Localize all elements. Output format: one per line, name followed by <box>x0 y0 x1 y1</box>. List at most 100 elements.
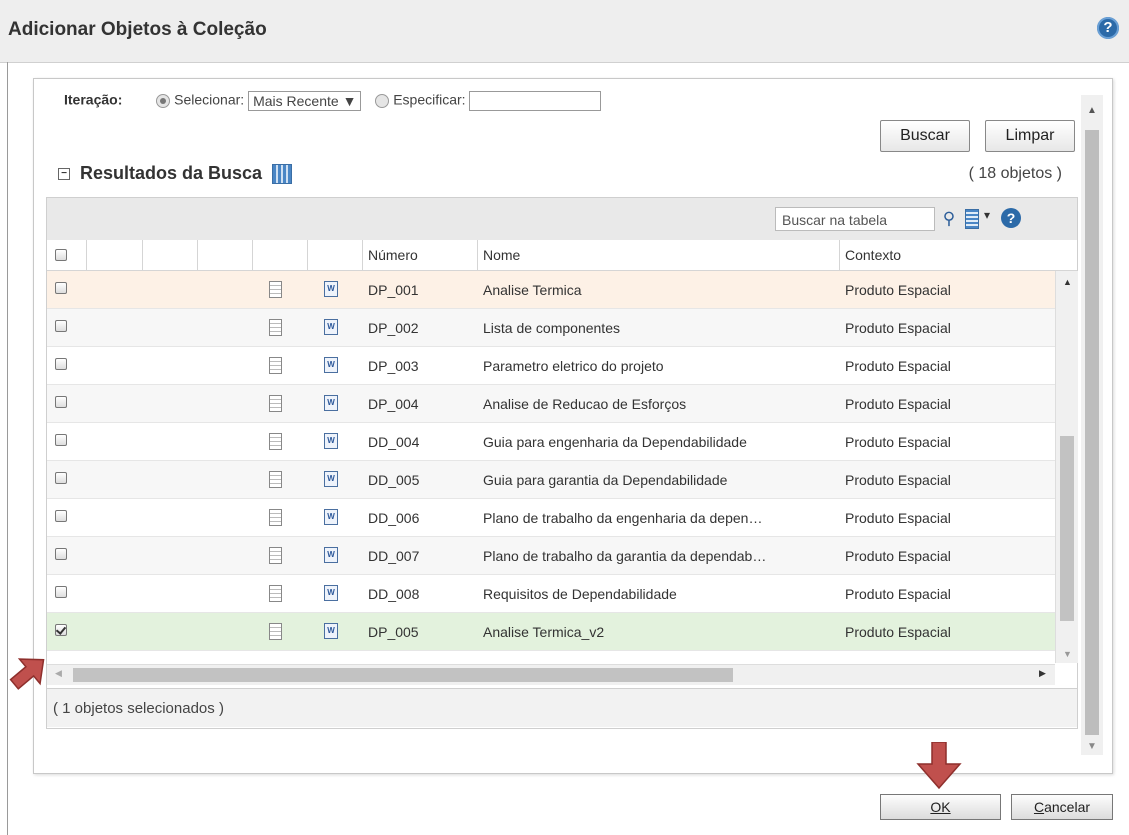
table-horizontal-scrollbar[interactable]: ◀ ▶ <box>47 664 1055 685</box>
document-info-icon[interactable] <box>269 357 282 374</box>
row-number[interactable]: DP_002 <box>368 309 478 347</box>
word-document-icon[interactable]: W <box>324 433 338 449</box>
row-number[interactable]: DP_001 <box>368 271 478 309</box>
row-name[interactable]: Requisitos de Dependabilidade <box>483 575 837 613</box>
table-row[interactable]: W DP_005 Analise Termica_v2 Produto Espacia… <box>47 613 1077 651</box>
panel-vertical-scrollbar[interactable]: ▲ ▼ <box>1081 95 1103 755</box>
row-context[interactable]: Produto Espacial <box>845 271 1050 309</box>
table-help-icon[interactable]: ? <box>1001 208 1021 228</box>
select-all-checkbox[interactable] <box>55 249 67 261</box>
table-view-icon[interactable] <box>272 164 293 185</box>
header-number[interactable]: Número <box>363 240 478 270</box>
table-search-input[interactable]: Buscar na tabela <box>775 207 935 231</box>
row-checkbox[interactable] <box>55 510 67 522</box>
word-document-icon[interactable]: W <box>324 471 338 487</box>
scroll-thumb[interactable] <box>1060 436 1074 621</box>
row-number[interactable]: DP_004 <box>368 385 478 423</box>
row-number[interactable]: DP_005 <box>368 613 478 651</box>
search-icon[interactable]: ⚲ <box>937 207 961 231</box>
iteration-select[interactable]: Mais Recente ▼ <box>248 91 362 111</box>
row-checkbox[interactable] <box>55 320 67 332</box>
document-info-icon[interactable] <box>269 281 282 298</box>
row-number[interactable]: DD_005 <box>368 461 478 499</box>
table-row[interactable]: W DD_006 Plano de trabalho da engenharia d… <box>47 499 1077 537</box>
table-row[interactable]: W DD_005 Guia para garantia da Dependabili… <box>47 461 1077 499</box>
word-document-icon[interactable]: W <box>324 623 338 639</box>
row-number[interactable]: DD_007 <box>368 537 478 575</box>
scroll-up-icon[interactable]: ▲ <box>1087 105 1097 116</box>
specify-input[interactable] <box>469 91 602 111</box>
document-info-icon[interactable] <box>269 509 282 526</box>
document-info-icon[interactable] <box>269 471 282 488</box>
word-document-icon[interactable]: W <box>324 509 338 525</box>
search-button[interactable]: Buscar <box>880 120 970 152</box>
row-checkbox[interactable] <box>55 548 67 560</box>
scroll-thumb[interactable] <box>73 668 733 682</box>
row-context[interactable]: Produto Espacial <box>845 423 1050 461</box>
document-info-icon[interactable] <box>269 433 282 450</box>
table-row[interactable]: W DP_003 Parametro eletrico do projeto Prod… <box>47 347 1077 385</box>
table-row[interactable]: W DP_004 Analise de Reducao de Esforços Pro… <box>47 385 1077 423</box>
help-icon[interactable]: ? <box>1097 17 1119 39</box>
row-name[interactable]: Analise Termica_v2 <box>483 613 837 651</box>
word-document-icon[interactable]: W <box>324 585 338 601</box>
table-row[interactable]: W DD_004 Guia para engenharia da Dependabi… <box>47 423 1077 461</box>
document-info-icon[interactable] <box>269 585 282 602</box>
row-context[interactable]: Produto Espacial <box>845 309 1050 347</box>
word-document-icon[interactable]: W <box>324 281 338 297</box>
row-name[interactable]: Analise de Reducao de Esforços <box>483 385 837 423</box>
scroll-up-icon[interactable]: ▲ <box>1063 277 1072 287</box>
row-checkbox[interactable] <box>55 282 67 294</box>
row-context[interactable]: Produto Espacial <box>845 575 1050 613</box>
select-radio[interactable] <box>156 94 171 108</box>
table-row[interactable]: W DD_007 Plano de trabalho da garantia da … <box>47 537 1077 575</box>
row-context[interactable]: Produto Espacial <box>845 461 1050 499</box>
row-name[interactable]: Lista de componentes <box>483 309 837 347</box>
table-row[interactable]: W DP_002 Lista de componentes Produto Espac… <box>47 309 1077 347</box>
specify-radio[interactable] <box>375 94 390 108</box>
document-info-icon[interactable] <box>269 395 282 412</box>
row-name[interactable]: Guia para engenharia da Dependabilidade <box>483 423 837 461</box>
document-info-icon[interactable] <box>269 623 282 640</box>
row-number[interactable]: DD_006 <box>368 499 478 537</box>
document-info-icon[interactable] <box>269 547 282 564</box>
row-number[interactable]: DD_008 <box>368 575 478 613</box>
row-context[interactable]: Produto Espacial <box>845 613 1050 651</box>
row-number[interactable]: DP_003 <box>368 347 478 385</box>
document-info-icon[interactable] <box>269 319 282 336</box>
scroll-down-icon[interactable]: ▼ <box>1063 649 1072 659</box>
row-name[interactable]: Plano de trabalho da engenharia da depen… <box>483 499 837 537</box>
word-document-icon[interactable]: W <box>324 547 338 563</box>
column-settings-icon[interactable] <box>965 209 979 229</box>
header-context[interactable]: Contexto <box>840 240 1055 270</box>
caret-down-icon[interactable]: ▾ <box>984 208 990 222</box>
clear-button[interactable]: Limpar <box>985 120 1075 152</box>
collapse-icon[interactable]: − <box>58 168 70 181</box>
header-name[interactable]: Nome <box>478 240 840 270</box>
row-checkbox[interactable] <box>55 624 67 636</box>
table-row[interactable]: W DP_001 Analise Termica Produto Espacial <box>47 271 1077 309</box>
table-vertical-scrollbar[interactable]: ▲ ▼ <box>1055 271 1078 663</box>
cancel-button[interactable]: Cancelar <box>1011 794 1113 820</box>
row-name[interactable]: Analise Termica <box>483 271 837 309</box>
table-row[interactable]: W DD_008 Requisitos de Dependabilidade Prod… <box>47 575 1077 613</box>
row-checkbox[interactable] <box>55 472 67 484</box>
scroll-left-icon[interactable]: ◀ <box>55 668 62 679</box>
scroll-thumb[interactable] <box>1085 130 1099 735</box>
word-document-icon[interactable]: W <box>324 319 338 335</box>
row-checkbox[interactable] <box>55 358 67 370</box>
row-name[interactable]: Guia para garantia da Dependabilidade <box>483 461 837 499</box>
row-checkbox[interactable] <box>55 586 67 598</box>
row-context[interactable]: Produto Espacial <box>845 499 1050 537</box>
scroll-down-icon[interactable]: ▼ <box>1087 741 1097 752</box>
row-name[interactable]: Plano de trabalho da garantia da dependa… <box>483 537 837 575</box>
row-name[interactable]: Parametro eletrico do projeto <box>483 347 837 385</box>
word-document-icon[interactable]: W <box>324 357 338 373</box>
scroll-right-icon[interactable]: ▶ <box>1039 668 1046 679</box>
word-document-icon[interactable]: W <box>324 395 338 411</box>
row-checkbox[interactable] <box>55 396 67 408</box>
row-number[interactable]: DD_004 <box>368 423 478 461</box>
row-context[interactable]: Produto Espacial <box>845 347 1050 385</box>
row-context[interactable]: Produto Espacial <box>845 385 1050 423</box>
row-context[interactable]: Produto Espacial <box>845 537 1050 575</box>
